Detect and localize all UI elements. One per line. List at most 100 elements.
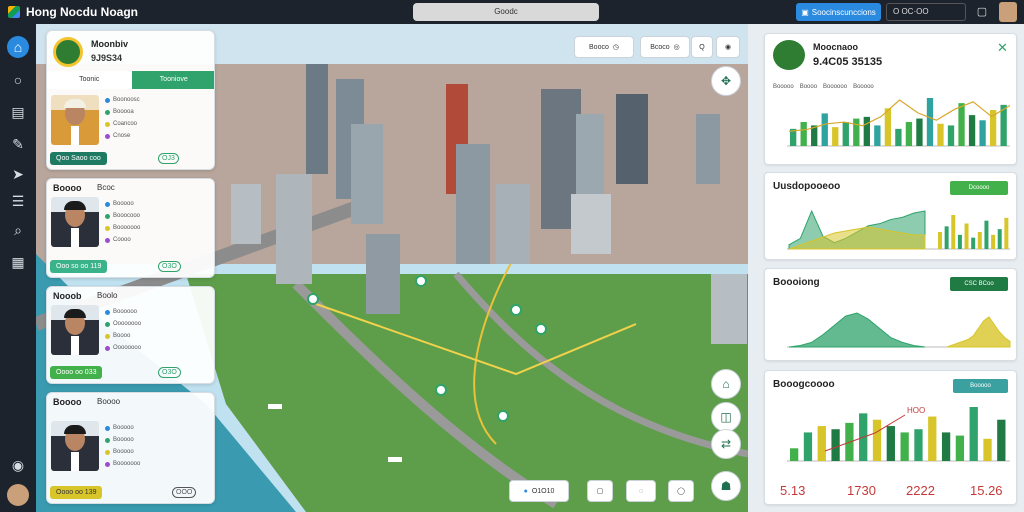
app-title-text: Hong Nocdu Noagn: [26, 5, 138, 19]
map-zoom-button[interactable]: Q: [691, 36, 713, 58]
profile-photo: [51, 95, 99, 145]
card-info-row: Booooo: [105, 437, 134, 443]
close-icon[interactable]: ✕: [997, 40, 1008, 56]
card-status-pill[interactable]: Qoo Saoo coo: [50, 152, 107, 165]
primary-action-label: Soocinscunccions: [811, 7, 876, 17]
trend-button[interactable]: Booooo: [953, 379, 1008, 393]
primary-action-button[interactable]: ▣ Soocinscunccions: [796, 3, 881, 21]
square-tool-button[interactable]: ▢: [587, 480, 613, 502]
overview-bar: [874, 125, 881, 146]
card-sub: Boooo: [97, 397, 121, 406]
map-filter-button[interactable]: Booco ◷: [574, 36, 634, 58]
map-settings-button[interactable]: ◉: [716, 36, 740, 58]
card-status-pill[interactable]: Oooo oo 033: [50, 366, 103, 379]
profile-card-3[interactable]: Nooob Boolo Boooooo Oooooooo Boooo Ooooo…: [46, 286, 215, 384]
search-nav-icon[interactable]: ⌕: [7, 219, 29, 241]
share-icon[interactable]: ⇄: [711, 429, 741, 459]
profile-card-1[interactable]: Moonbiv 9J9S34 Toonic Tooniove Boonoosc …: [46, 30, 215, 170]
record-tool-button[interactable]: ◯: [668, 480, 694, 502]
chat-tool-button[interactable]: ◌: [626, 480, 656, 502]
map-layers-button[interactable]: Bcoco ◎: [640, 36, 690, 58]
overview-bar: [863, 116, 870, 146]
card-info-row: Oooooooo: [105, 345, 141, 351]
help-nav-icon[interactable]: ◉: [7, 454, 29, 476]
map-count-chip[interactable]: ● O1O10: [509, 480, 569, 502]
profile-card-4[interactable]: Boooo Boooo Booooo Booooo Booooo Boooooo…: [46, 392, 215, 504]
overview-panel: Moocnaoo 9.4C05 35135 ✕ Booooo Boooo Boooo…: [764, 33, 1017, 165]
navigation-icon[interactable]: ☗: [711, 471, 741, 501]
window-icon[interactable]: ▢: [975, 5, 989, 19]
trend-value-4: 15.26: [970, 483, 1003, 498]
usage-title: Uusdopooeoo: [773, 181, 841, 192]
map-pin[interactable]: [497, 410, 509, 422]
density-area-a: [788, 312, 926, 348]
overview-bar: [800, 122, 807, 146]
tab-right[interactable]: Tooniove: [131, 71, 214, 89]
map-layers-label: Bcoco: [650, 43, 670, 51]
overview-bar: [979, 120, 986, 146]
usage-bar: [944, 226, 949, 249]
map-park: [186, 274, 748, 512]
camera-icon[interactable]: ⌂: [711, 369, 741, 399]
card-status-pill[interactable]: Ooo so oo 119: [50, 260, 108, 273]
trend-bar: [969, 407, 978, 461]
card-info-row: Booocooo: [105, 213, 140, 219]
map-pin[interactable]: [435, 384, 447, 396]
card-info-row: Cnose: [105, 133, 130, 139]
card-info-row: Boooooo: [105, 309, 137, 315]
map-nav-icon[interactable]: ⌂: [7, 36, 29, 58]
trend-bar: [983, 438, 992, 461]
card-info-row: Coancoo: [105, 121, 137, 127]
card-badge: OJ3: [158, 153, 179, 164]
trend-value-1: 5.13: [780, 483, 806, 498]
density-chart: [787, 312, 1011, 348]
map-pin[interactable]: [415, 275, 427, 287]
overview-bar: [968, 115, 976, 146]
card-info-row: Booooa: [105, 109, 134, 115]
usage-bar: [991, 234, 996, 249]
mic-icon[interactable]: ◫: [711, 402, 741, 432]
profile-card-2[interactable]: Boooo Bcoc Booooo Booocooo Booooooo Cooo…: [46, 178, 215, 278]
user-avatar[interactable]: [999, 2, 1017, 22]
card-name: Boooo: [53, 183, 82, 193]
density-button[interactable]: CSC BCoo: [950, 277, 1008, 291]
usage-bar: [984, 220, 989, 249]
search-input[interactable]: Goodc: [413, 3, 599, 21]
overview-bar: [884, 108, 892, 146]
card-name: Boooo: [53, 397, 82, 407]
overview-bar: [958, 103, 965, 146]
card-status-pill[interactable]: Oooo oo 139: [50, 486, 103, 499]
trend-bar: [941, 432, 951, 461]
send-nav-icon[interactable]: ➤: [7, 163, 29, 185]
card-info-row: Coooo: [105, 237, 131, 243]
overview-bar: [916, 118, 923, 146]
trend-bar: [997, 419, 1006, 461]
tag-nav-icon[interactable]: ✎: [7, 133, 29, 155]
card-info-row: Boonoosc: [105, 97, 140, 103]
list-nav-icon[interactable]: ☰: [7, 190, 29, 212]
card-badge: O3O: [158, 261, 181, 272]
trend-bar: [914, 429, 923, 461]
document-nav-icon[interactable]: ▤: [7, 101, 29, 123]
map-pin[interactable]: [307, 293, 319, 305]
trend-chart: HOO: [787, 406, 1010, 462]
target-icon: ◉: [724, 44, 732, 51]
notes-nav-icon[interactable]: ▦: [7, 251, 29, 273]
overview-bar: [842, 122, 849, 146]
profile-photo: [51, 197, 99, 247]
profile-nav-icon[interactable]: [7, 484, 29, 506]
overview-value: 9.4C05 35135: [813, 56, 883, 68]
density-area-b: [946, 316, 1011, 348]
compass-icon[interactable]: ✥: [711, 66, 741, 96]
card-info-row: Booooooo: [105, 225, 140, 231]
emblem-icon: [53, 37, 83, 67]
map-pin[interactable]: [535, 323, 547, 335]
usage-bar: [997, 229, 1002, 249]
top-field[interactable]: O OC·OO: [886, 3, 966, 21]
usage-button[interactable]: Dcoooo: [950, 181, 1008, 195]
profile-photo: [51, 421, 99, 471]
chat-nav-icon[interactable]: ○: [7, 69, 29, 91]
tab-left[interactable]: Toonic: [47, 71, 132, 89]
map-pin[interactable]: [510, 304, 522, 316]
overview-bar: [947, 125, 955, 146]
